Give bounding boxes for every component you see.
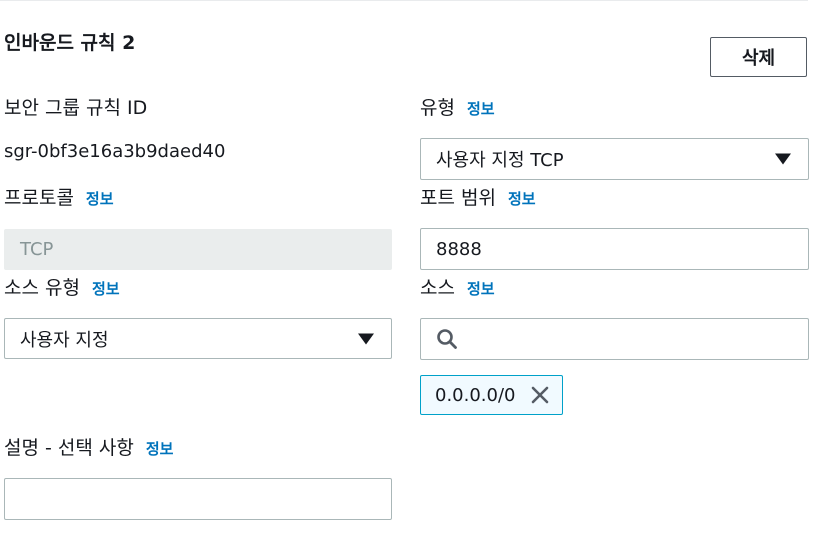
rule-title: 인바운드 규칙 2 — [4, 32, 136, 54]
close-icon[interactable] — [530, 385, 550, 405]
delete-button[interactable]: 삭제 — [710, 37, 807, 77]
section-divider — [0, 0, 808, 1]
description-label-text: 설명 - 선택 사항 — [4, 437, 134, 459]
source-search-input[interactable] — [420, 318, 809, 360]
source-label-text: 소스 — [420, 277, 455, 299]
protocol-info-link[interactable]: 정보 — [86, 190, 114, 208]
source-type-info-link[interactable]: 정보 — [92, 280, 120, 298]
type-label-text: 유형 — [420, 97, 455, 119]
source-info-link[interactable]: 정보 — [467, 280, 495, 298]
rule-id-label-text: 보안 그룹 규칙 ID — [4, 97, 148, 119]
type-info-link[interactable]: 정보 — [467, 100, 495, 118]
rule-id-value: sgr-0bf3e16a3b9daed40 — [4, 141, 226, 162]
source-type-select[interactable]: 사용자 지정 — [4, 318, 392, 359]
source-type-label-text: 소스 유형 — [4, 277, 80, 299]
description-input[interactable] — [4, 478, 392, 520]
search-icon — [437, 329, 457, 349]
protocol-label: 프로토콜 정보 — [4, 185, 114, 212]
port-range-info-link[interactable]: 정보 — [508, 190, 536, 208]
description-info-link[interactable]: 정보 — [146, 440, 174, 458]
caret-down-icon — [775, 153, 791, 165]
source-token-value: 0.0.0.0/0 — [435, 384, 516, 406]
source-type-select-value: 사용자 지정 — [20, 329, 109, 351]
protocol-field-value: TCP — [20, 239, 54, 260]
source-label: 소스 정보 — [420, 275, 495, 302]
port-range-input[interactable]: 8888 — [420, 228, 809, 270]
port-range-label-text: 포트 범위 — [420, 187, 496, 209]
type-select-value: 사용자 지정 TCP — [436, 150, 564, 171]
port-range-label: 포트 범위 정보 — [420, 185, 536, 212]
type-label: 유형 정보 — [420, 95, 495, 122]
protocol-field: TCP — [4, 229, 392, 270]
source-type-label: 소스 유형 정보 — [4, 275, 120, 302]
port-range-input-value: 8888 — [436, 238, 482, 260]
source-token: 0.0.0.0/0 — [420, 375, 563, 415]
rule-id-label: 보안 그룹 규칙 ID — [4, 95, 147, 121]
type-select[interactable]: 사용자 지정 TCP — [420, 138, 809, 180]
description-label: 설명 - 선택 사항 정보 — [4, 435, 173, 462]
protocol-label-text: 프로토콜 — [4, 187, 74, 209]
caret-down-icon — [358, 333, 374, 344]
